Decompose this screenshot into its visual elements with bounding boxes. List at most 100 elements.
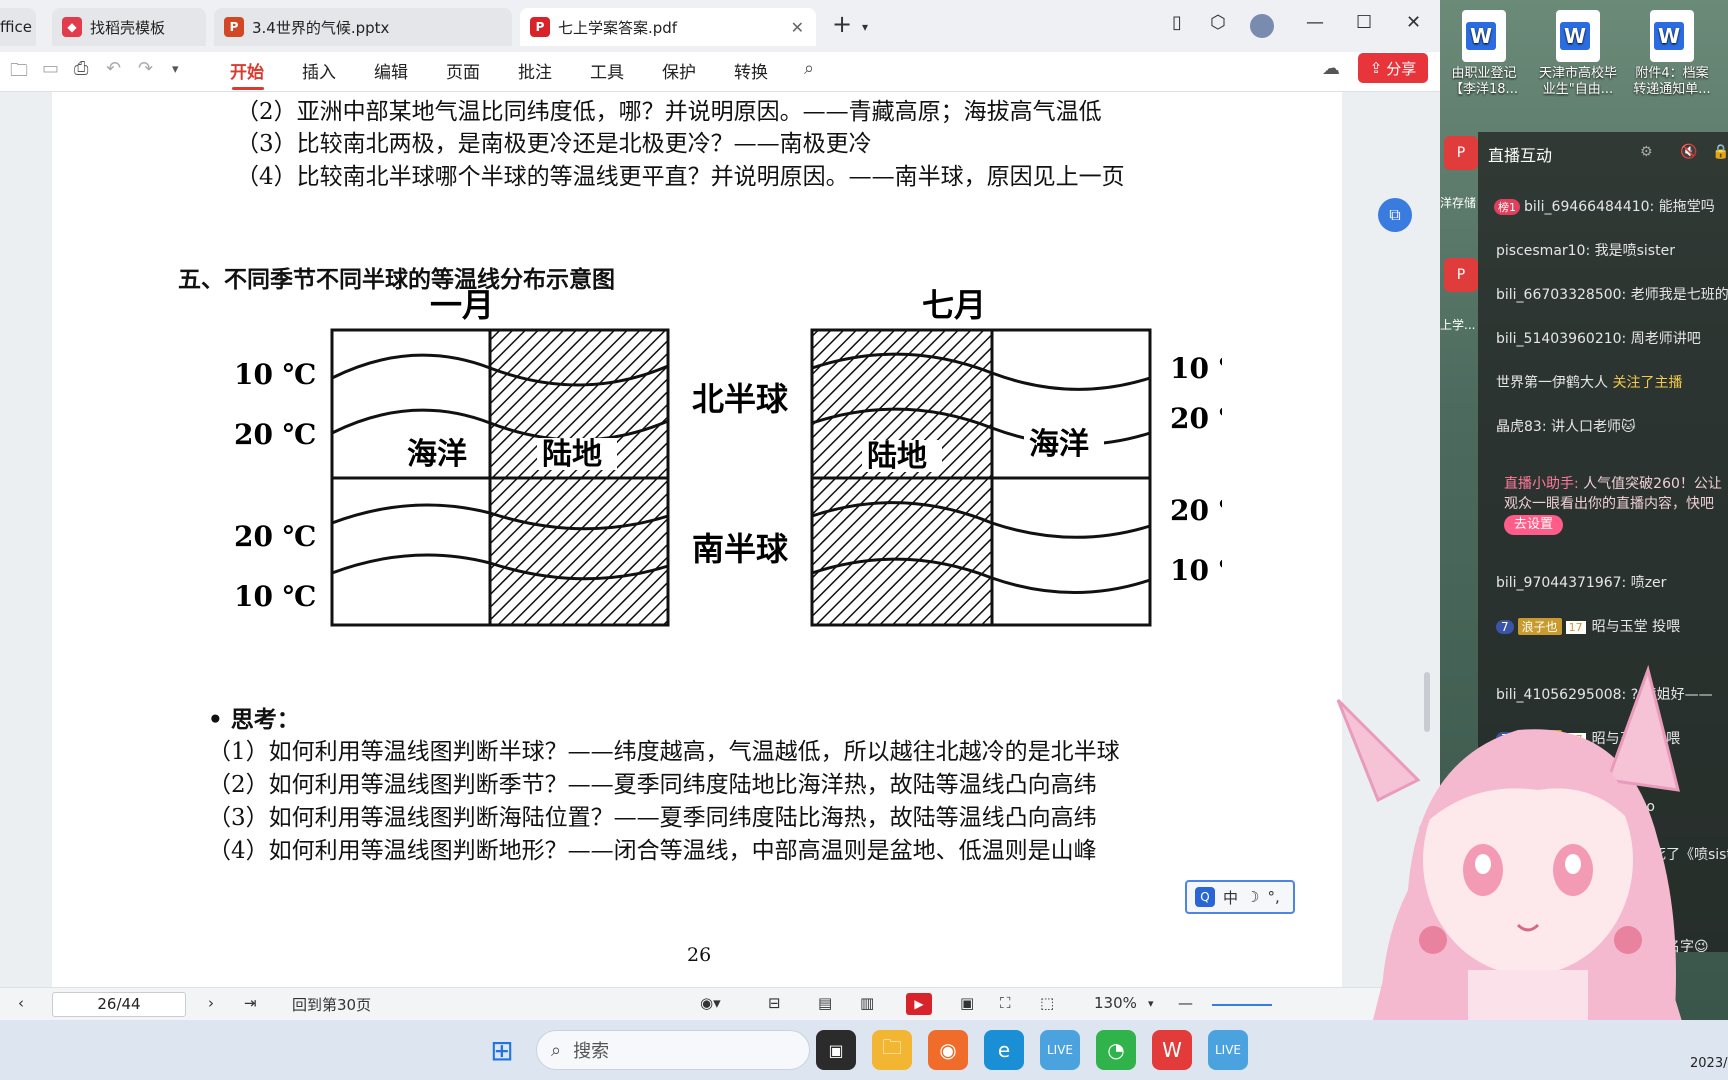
ime-mode[interactable]: 中	[1223, 887, 1238, 908]
jul-land-label: 陆地	[867, 439, 927, 474]
taskbar-search[interactable]: ⌕ 搜索	[536, 1030, 810, 1070]
answer-line-2: （2）亚洲中部某地气温比同纬度低，哪？并说明原因。——青藏高原；海拔高气温低	[236, 99, 1102, 125]
tab-label: ffice	[0, 18, 32, 36]
play-icon[interactable]: ▶	[906, 993, 932, 1015]
new-tab-icon[interactable]: +	[832, 10, 852, 38]
menu-edit[interactable]: 编辑	[374, 58, 408, 83]
undo-icon[interactable]: ↶	[106, 58, 121, 79]
layout-icon[interactable]: ▯	[1172, 12, 1182, 33]
single-page-icon[interactable]: ▤	[818, 994, 832, 1012]
jul-temp-label: 20 ℃	[1170, 402, 1222, 435]
file-explorer-icon[interactable]: 🗀	[872, 1030, 912, 1070]
eye-icon[interactable]: ◉▾	[700, 994, 721, 1012]
redo-icon[interactable]: ↷	[138, 58, 153, 79]
tab-office[interactable]: ffice	[0, 8, 36, 46]
folder-icon[interactable]: 🗀	[10, 58, 28, 88]
user-level-badge: 7	[1496, 620, 1514, 634]
menu-page[interactable]: 页面	[446, 58, 480, 83]
two-page-icon[interactable]: ▥	[860, 994, 874, 1012]
status-bar: ‹ 26/44 › ⇥ 回到第30页 ◉▾ ⊟ ▤ ▥ ▶ ▣ ⛶ ⬚ 130%…	[0, 987, 1440, 1020]
menu-comment[interactable]: 批注	[518, 58, 552, 83]
ime-logo-icon: Q	[1195, 887, 1215, 907]
chat-message: 世界第一伊鹤大人 关注了主播	[1496, 372, 1682, 392]
print-icon[interactable]: ⎙	[74, 58, 88, 79]
word-doc-icon: W	[1556, 10, 1600, 62]
more-chevron-icon[interactable]: ▾	[172, 62, 179, 77]
live-app-icon[interactable]: LIVE	[1208, 1030, 1248, 1070]
fullscreen-icon[interactable]: ⛶	[1000, 994, 1011, 1012]
share-button[interactable]: ⇪ 分享	[1358, 53, 1428, 83]
menu-protect[interactable]: 保护	[662, 58, 696, 83]
desktop-file-3[interactable]: W 附件4：档案 转递通知单...	[1628, 10, 1716, 98]
clock[interactable]: 2023/	[1690, 1056, 1727, 1071]
tab-pdf[interactable]: P 七上学案答案.pdf ✕	[520, 8, 816, 46]
chat-message: 榜1 bili_69466484410: 能拖堂吗	[1494, 196, 1715, 216]
menu-convert[interactable]: 转换	[734, 58, 768, 83]
go-setting-button[interactable]: 去设置	[1504, 515, 1564, 535]
cloud-sync-icon[interactable]: ☁	[1322, 58, 1340, 79]
search-icon[interactable]: ⌕	[804, 58, 814, 79]
close-icon[interactable]: ✕	[791, 18, 804, 37]
next-page-icon[interactable]: ›	[208, 994, 214, 1012]
desktop-pdf-app-icon[interactable]: P	[1444, 258, 1478, 292]
desktop-file-2[interactable]: W 天津市高校毕 业生"自由...	[1534, 10, 1622, 98]
north-hemisphere-label: 北半球	[692, 380, 789, 418]
reading-mode-icon[interactable]: ▣	[960, 994, 974, 1012]
minimize-icon[interactable]: —	[1306, 12, 1324, 33]
chat-message: piscesmar10: 我是喷sister	[1496, 243, 1675, 259]
live-app-icon[interactable]: LIVE	[1040, 1030, 1080, 1070]
menu-insert[interactable]: 插入	[302, 58, 336, 83]
prev-page-icon[interactable]: ‹	[18, 994, 24, 1012]
save-icon[interactable]: ▭	[42, 58, 59, 79]
chat-message: bili_66703328500: 老师我是七班的	[1496, 287, 1728, 303]
zoom-slider[interactable]	[1212, 1004, 1272, 1006]
last-page-icon[interactable]: ⇥	[244, 994, 257, 1012]
window-close-icon[interactable]: ✕	[1406, 12, 1421, 33]
jan-title: 一月	[430, 288, 494, 324]
file-name: 附件4：档案	[1635, 66, 1709, 81]
page-number-input[interactable]: 26/44	[52, 992, 186, 1017]
menu-start[interactable]: 开始	[230, 58, 264, 83]
windows-start-icon[interactable]: ⊞	[482, 1030, 522, 1070]
back-to-page-link[interactable]: 回到第30页	[292, 994, 371, 1015]
word-doc-icon: W	[1650, 10, 1694, 62]
zoom-out-icon[interactable]: —	[1178, 994, 1193, 1012]
moon-icon[interactable]: ☽	[1246, 888, 1259, 906]
desktop-pdf-app-icon[interactable]: P	[1444, 136, 1478, 170]
lock-icon[interactable]: 🔒	[1712, 144, 1728, 160]
tab-docer[interactable]: ◆ 找稻壳模板	[52, 8, 206, 46]
wps-icon[interactable]: W	[1152, 1030, 1192, 1070]
zoom-level[interactable]: 130%	[1094, 994, 1137, 1012]
file-name: 由职业登记	[1451, 66, 1517, 81]
answer-line-4: （4）比较南北半球哪个半球的等温线更平直？并说明原因。——南半球，原因见上一页	[236, 164, 1125, 190]
maximize-icon[interactable]: ☐	[1356, 12, 1372, 33]
jul-temp-label: 20 ℃	[1170, 494, 1222, 527]
south-hemisphere-label: 南半球	[692, 530, 789, 568]
chat-title: 直播互动	[1488, 146, 1553, 165]
chat-message: bili_97044371967: 喷zer	[1496, 575, 1667, 591]
isotherm-diagram: 一月 七月 海洋 陆地 10 ℃ 20 ℃ 20 ℃ 10 ℃ 北半球 南半球 …	[234, 288, 1222, 627]
floating-tool-icon[interactable]: ⧉	[1378, 198, 1412, 232]
firefox-icon[interactable]: ◉	[928, 1030, 968, 1070]
tab-label: 七上学案答案.pdf	[558, 18, 678, 37]
chevron-down-icon[interactable]: ▾	[862, 20, 868, 34]
menu-tools[interactable]: 工具	[590, 58, 624, 83]
pdf-page: （2）亚洲中部某地气温比同纬度低，哪？并说明原因。——青藏高原；海拔高气温低 （…	[52, 92, 1342, 987]
chat-setting-icon[interactable]: ⚙	[1640, 144, 1653, 160]
fit-width-icon[interactable]: ⊟	[768, 994, 781, 1012]
tab-pptx[interactable]: P 3.4世界的气候.pptx	[214, 8, 512, 46]
wps-window: ffice ◆ 找稻壳模板 P 3.4世界的气候.pptx P 七上学案答案.p…	[0, 0, 1440, 1020]
search-placeholder: 搜索	[573, 1041, 610, 1062]
wechat-icon[interactable]: ◔	[1096, 1030, 1136, 1070]
edge-icon[interactable]: e	[984, 1030, 1024, 1070]
think-line-4: （4）如何利用等温线图判断地形？——闭合等温线，中部高温则是盆地、低温则是山峰	[208, 838, 1097, 864]
desktop-file-1[interactable]: W 由职业登记 【李洋18...	[1440, 10, 1528, 98]
think-line-3: （3）如何利用等温线图判断海陆位置？——夏季同纬度陆比海热，故陆等温线凸向高纬	[208, 805, 1097, 831]
task-view-icon[interactable]: ▣	[816, 1030, 856, 1070]
crop-icon[interactable]: ⬚	[1040, 994, 1054, 1012]
jan-land-label: 陆地	[542, 437, 602, 472]
cube-icon[interactable]: ⬡	[1210, 12, 1226, 33]
chat-mute-icon[interactable]: 🔇	[1680, 144, 1697, 160]
zoom-chevron-icon[interactable]: ▾	[1148, 997, 1154, 1010]
avatar-icon[interactable]	[1250, 14, 1274, 38]
